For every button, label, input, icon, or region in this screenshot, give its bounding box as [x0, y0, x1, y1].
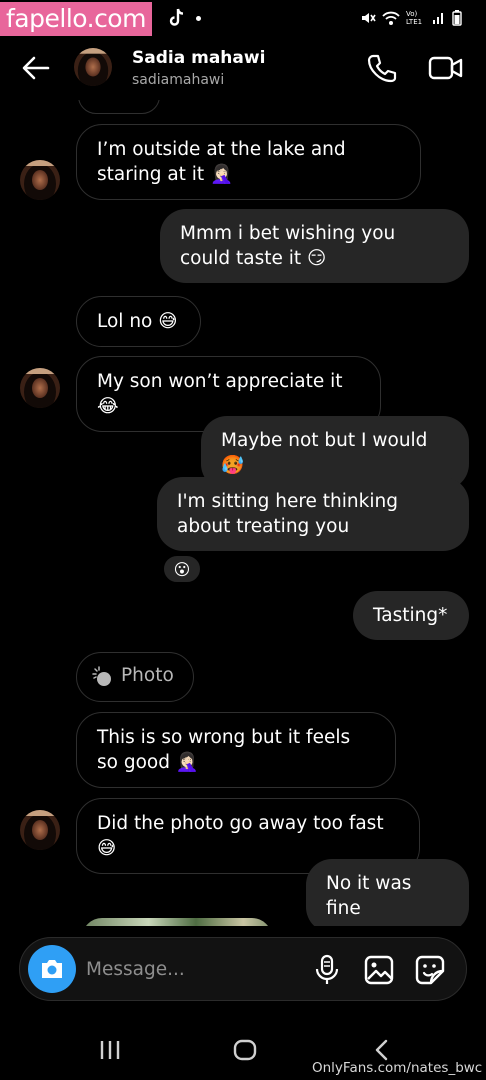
- header-avatar[interactable]: [74, 48, 112, 86]
- message-bubble[interactable]: Tasting*: [353, 591, 469, 640]
- message-input[interactable]: [86, 954, 286, 984]
- camera-icon: [42, 960, 62, 978]
- message-bubble[interactable]: Mmm i bet wishing you could taste it 😏: [160, 209, 469, 283]
- sticker-icon[interactable]: [414, 954, 446, 986]
- signal-icon: [433, 13, 443, 24]
- home-icon[interactable]: [233, 1038, 257, 1062]
- photo-label: Photo: [121, 665, 174, 686]
- recent-apps-icon[interactable]: [98, 1038, 122, 1062]
- message-composer: [19, 937, 467, 1001]
- contact-username[interactable]: sadiamahawi: [132, 72, 224, 88]
- video-call-icon[interactable]: [428, 52, 464, 84]
- sender-avatar[interactable]: [20, 368, 60, 408]
- image-message-preview[interactable]: [82, 918, 272, 926]
- notification-dot: [196, 16, 201, 21]
- camera-button[interactable]: [28, 945, 76, 993]
- microphone-icon[interactable]: [312, 954, 342, 986]
- sender-avatar[interactable]: [20, 810, 60, 850]
- wifi-icon: [382, 11, 400, 25]
- message-list[interactable]: I’m outside at the lake and staring at i…: [0, 100, 486, 926]
- message-bubble[interactable]: I'm sitting here thinking about treating…: [157, 477, 469, 551]
- gallery-icon[interactable]: [363, 954, 395, 986]
- contact-name[interactable]: Sadia mahawi: [132, 48, 265, 68]
- back-arrow-icon[interactable]: [20, 52, 52, 84]
- message-bubble[interactable]: I’m outside at the lake and staring at i…: [76, 124, 421, 200]
- tiktok-icon: [169, 8, 184, 26]
- network-label: Vo) LTE1: [406, 10, 423, 26]
- system-status-icons: Vo) LTE1: [360, 10, 462, 26]
- top-watermark: fapello.com: [0, 2, 152, 36]
- back-icon[interactable]: [372, 1038, 390, 1062]
- battery-icon: [452, 10, 462, 26]
- mute-icon: [362, 13, 376, 23]
- message-reaction[interactable]: 😮: [162, 554, 202, 584]
- message-bubble[interactable]: This is so wrong but it feels so good 🤦🏻…: [76, 712, 396, 788]
- message-bubble-partial[interactable]: [78, 100, 160, 114]
- photo-message[interactable]: Photo: [76, 652, 194, 702]
- expired-photo-icon: [92, 666, 111, 686]
- message-bubble[interactable]: No it was fine: [306, 859, 469, 926]
- phone-icon[interactable]: [366, 52, 398, 84]
- chat-header: Sadia mahawi sadiamahawi: [0, 38, 486, 100]
- message-bubble[interactable]: Lol no 😅: [76, 296, 201, 347]
- bottom-watermark: OnlyFans.com/nates_bwc: [312, 1060, 483, 1076]
- status-bar: fapello.com Vo) LTE1: [0, 0, 486, 38]
- sender-avatar[interactable]: [20, 160, 60, 200]
